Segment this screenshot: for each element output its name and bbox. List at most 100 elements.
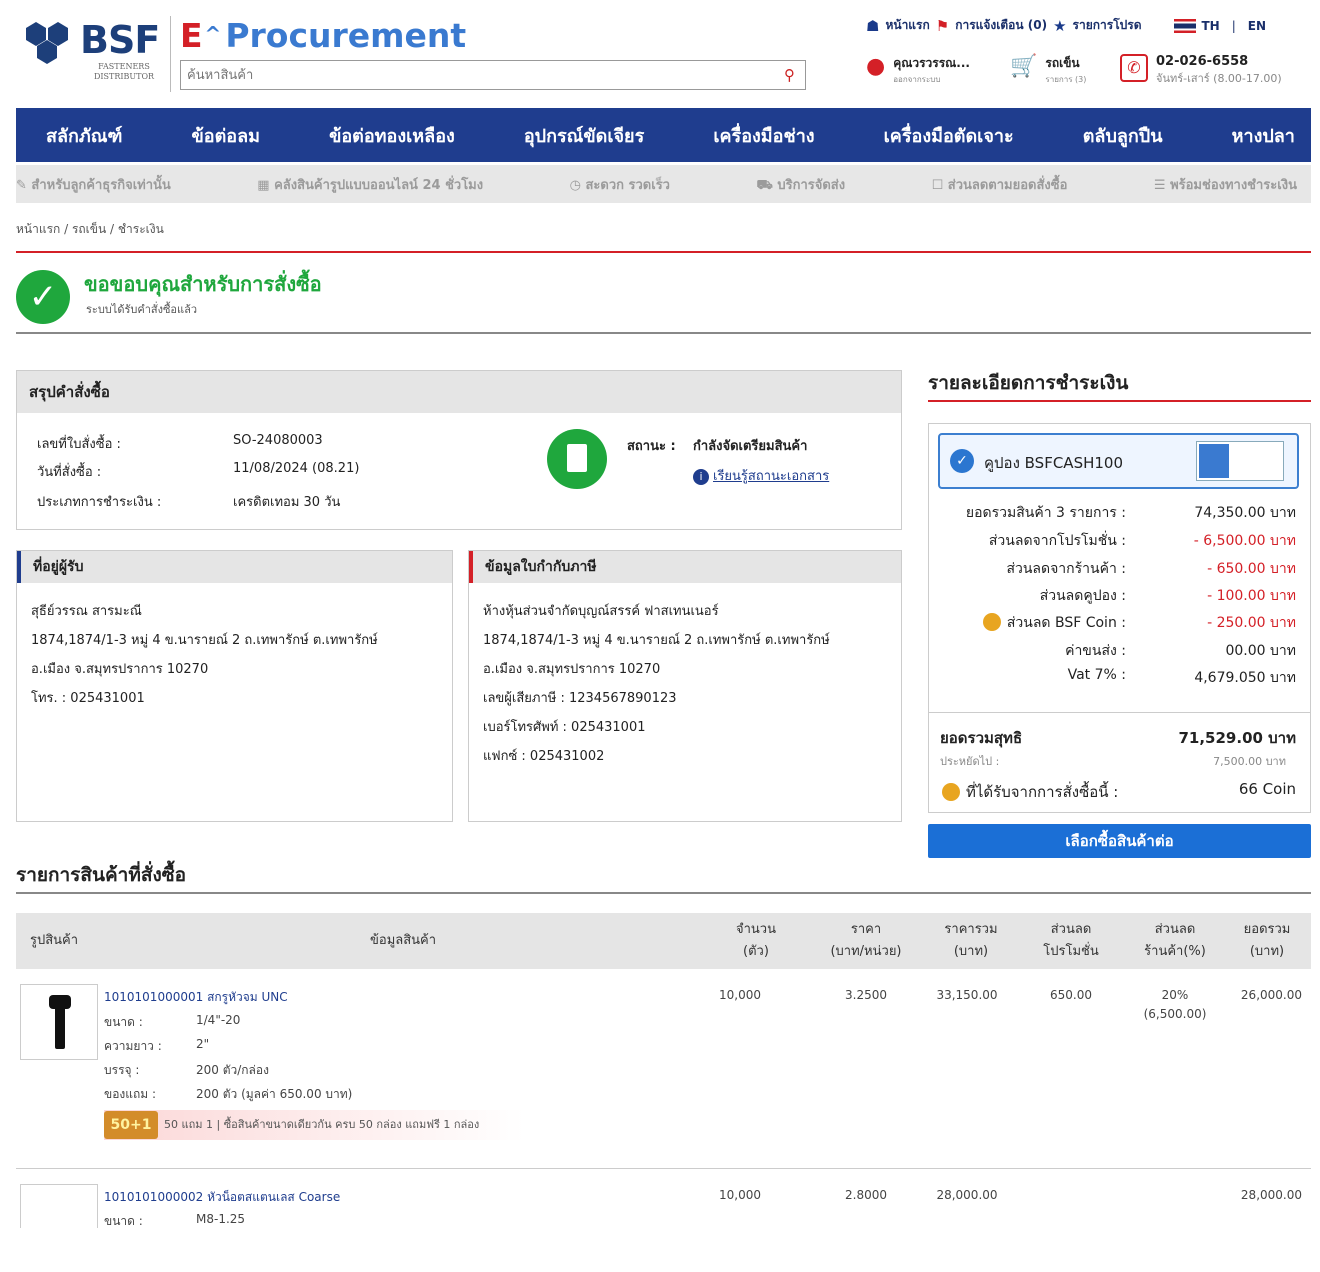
pay-type: เครดิตเทอม 30 วัน [233,495,341,510]
products-title: รายการสินค้าที่สั่งซื้อ [16,864,187,886]
brand-e: E [180,16,203,55]
payment-title: รายละเอียดการชำระเงิน [928,372,1129,394]
order-no: SO-24080003 [233,433,323,448]
col-promo: ส่วนลด โปรโมชั่น [1043,922,1099,959]
payment-row-value: 74,350.00 บาท [1194,505,1296,521]
product-image[interactable] [20,1184,98,1228]
business-icon: ✎ [16,177,32,193]
phone-icon: ✆ [1120,54,1148,82]
lang-en[interactable]: EN [1248,19,1266,33]
recipient-city: อ.เมือง จ.สมุทรปราการ 10270 [31,662,209,677]
product-image[interactable] [20,984,98,1060]
search-input[interactable] [181,61,761,89]
coupon-applied[interactable]: ✓ คูปอง BSFCASH100 [938,433,1299,489]
payment-row-label: Vat 7% : [1067,667,1126,683]
breadcrumb[interactable]: หน้าแรก / รถเข็น / ชำระเงิน [16,220,164,239]
cart-label: รถเข็น [1045,56,1080,70]
divider [928,400,1311,402]
coin-icon [942,783,960,801]
payment-icon: ☰ [1153,177,1171,193]
col-price: ราคา (บาท/หน่วย) [830,922,902,959]
payment-row-label: ค่าขนส่ง : [1065,643,1126,659]
phone-hours: จันทร์-เสาร์ (8.00-17.00) [1156,72,1282,85]
warehouse-icon: ▦ [257,177,275,193]
recipient-panel: ที่อยู่ผู้รับ สุธีย์วรรณ สารมะณี 1874,18… [16,550,453,822]
thanks-subtitle: ระบบได้รับคำสั่งซื้อแล้ว [86,303,198,316]
top-link-notifications[interactable]: การแจ้งเตือน (0) [955,16,1047,35]
col-shop: ส่วนลด ร้านค้า(%) [1144,922,1206,959]
nav-item[interactable]: ตลับลูกปืน [1083,121,1163,150]
pack-label: บรรจุ : [104,1063,140,1077]
divider [16,892,1311,894]
feature-item: ✎ สำหรับลูกค้าธุรกิจเท่านั้น [16,177,171,193]
eprocurement-brand[interactable]: E ^ Procurement [180,16,466,55]
price-cell: 2.8000 [845,1188,887,1202]
length-label: ความยาว : [104,1039,162,1053]
col-total: ราคารวม (บาท) [944,922,998,959]
products-table-header: รูปสินค้า ข้อมูลสินค้า จำนวน (ตัว) ราคา (บ… [16,913,1311,969]
divider [16,332,1311,334]
nav-item[interactable]: สลักภัณฑ์ [46,121,122,150]
product-name-link[interactable]: 1010101000001 สกรูหัวจม UNC [104,988,288,1007]
recipient-address: 1874,1874/1-3 หมู่ 4 ข.นารายณ์ 2 ถ.เทพาร… [31,633,378,648]
price-cell: 3.2500 [845,988,887,1002]
phone-number: 02-026-6558 [1156,54,1249,69]
feature-item: ☰ พร้อมช่องทางชำระเงิน [1153,177,1297,193]
total-cell: 33,150.00 [936,988,998,1002]
nav-item[interactable]: เครื่องมือตัดเจาะ [884,121,1014,150]
phone-contact[interactable]: ✆ 02-026-6558 จันทร์-เสาร์ (8.00-17.00) [1120,54,1282,87]
payment-row-value: - 100.00 บาท [1207,588,1296,604]
payment-row-value: - 650.00 บาท [1207,561,1296,577]
nav-item[interactable]: ข้อต่อลม [191,121,260,150]
logout-link[interactable]: ออกจากระบบ [893,73,970,86]
payment-row-label: ส่วนลด BSF Coin : [1006,615,1126,631]
promo-badge: 50+1 [104,1111,158,1139]
nav-item[interactable]: ข้อต่อทองเหลือง [329,121,455,150]
recipient-name: สุธีย์วรรณ สารมะณี [31,604,142,619]
top-link-favorites[interactable]: รายการโปรด [1073,16,1142,35]
payment-row-label: ส่วนลดจากร้านค้า : [1006,561,1126,577]
search-icon[interactable]: ⚲ [784,66,795,84]
nav-item[interactable]: อุปกรณ์ขัดเจียร [524,121,644,150]
pack-value: 200 ตัว/กล่อง [196,1063,269,1077]
recipient-title: ที่อยู่ผู้รับ [17,551,452,583]
viewport-fade [0,1228,1320,1272]
product-name-link[interactable]: 1010101000002 หัวน็อตสแตนเลส Coarse [104,1188,340,1207]
search-box[interactable]: ⚲ [180,60,806,90]
feature-item: ⛟ บริการจัดส่ง [756,177,846,193]
promo-text: 50 แถม 1 | ซื้อสินค้าขนาดเดียวกัน ครบ 50… [164,1118,480,1131]
lang-th[interactable]: TH [1202,19,1220,33]
continue-shopping-button[interactable]: เลือกซื้อสินค้าต่อ [928,824,1311,858]
promo-discount-cell: 650.00 [1050,988,1092,1002]
nav-item[interactable]: เครื่องมือช่าง [713,121,814,150]
payment-row: ส่วนลดจากร้านค้า : - 650.00 บาท [930,558,1296,580]
clock-icon: ◷ [569,177,586,193]
user-menu[interactable]: ● คุณวรวรรณ... ออกจากระบบ [866,54,970,86]
gift-label: ของแถม : [104,1087,157,1101]
delivery-icon: ⛟ [756,177,778,193]
brand-name: Procurement [225,16,467,55]
size-label: ขนาด : [104,1015,143,1029]
tax-title: ข้อมูลใบกำกับภาษี [469,551,901,583]
tax-fax: แฟกซ์ : 025431002 [483,749,605,764]
order-date-label: วันที่สั่งซื้อ : [37,465,102,480]
coupon-label: คูปอง BSFCASH100 [984,454,1123,472]
top-links: ☗ หน้าแรก ⚑ การแจ้งเตือน (0) ★ รายการโปร… [866,16,1266,35]
nav-item[interactable]: หางปลา [1232,121,1295,150]
coupon-image [1196,441,1284,481]
promo-banner: 50+1 50 แถม 1 | ซื้อสินค้าขนาดเดียวกัน ค… [104,1110,524,1140]
divider [16,251,1311,253]
coin-earned-label: ที่ได้รับจากการสั่งซื้อนี้ : [942,780,1118,804]
logo-text[interactable]: BSF [80,18,160,62]
cart-count: รายการ (3) [1045,75,1087,84]
bsf-logo-hexagons [16,22,86,82]
top-link-home[interactable]: หน้าแรก [885,16,929,35]
document-icon [547,429,607,489]
col-sum: ยอดรวม (บาท) [1243,922,1291,959]
status-help-link[interactable]: i เรียนรู้สถานะเอกสาร [693,465,829,486]
user-name: คุณวรวรรณ... [893,56,970,70]
success-check-icon: ✓ [16,270,70,324]
cart-link[interactable]: 🛒 รถเข็น รายการ (3) [1010,54,1086,86]
order-summary-panel: สรุปคำสั่งซื้อ เลขที่ใบสั่งซื้อ : SO-240… [16,370,902,530]
user-icon: ● [866,54,886,79]
